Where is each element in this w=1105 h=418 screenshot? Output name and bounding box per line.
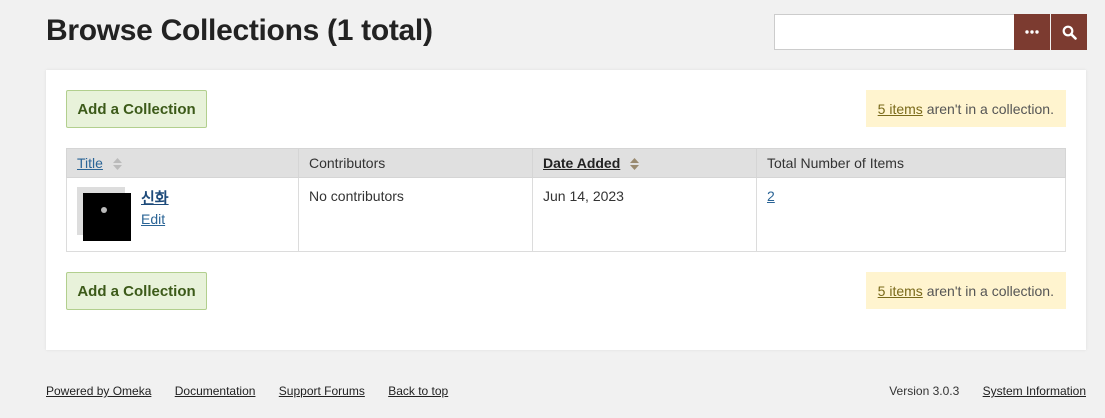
sort-title-link[interactable]: Title [77, 155, 103, 171]
documentation-link[interactable]: Documentation [175, 384, 256, 398]
uncollected-items-link-bottom[interactable]: 5 items [878, 283, 923, 299]
sort-icon [630, 158, 640, 171]
sort-date-link[interactable]: Date Added [543, 155, 620, 171]
item-count-link[interactable]: 2 [767, 188, 775, 204]
add-collection-button-top[interactable]: Add a Collection [66, 90, 207, 128]
title-cell: 신화 Edit [66, 177, 299, 252]
sort-icon [112, 158, 122, 171]
uncollected-notice-top: 5 items aren't in a collection. [865, 90, 1066, 127]
system-info-link[interactable]: System Information [983, 384, 1086, 398]
support-forums-link[interactable]: Support Forums [279, 384, 365, 398]
item-count-cell: 2 [756, 177, 1066, 252]
search-input[interactable] [774, 14, 1014, 50]
collection-thumbnail[interactable] [77, 187, 131, 241]
column-date-header[interactable]: Date Added [532, 148, 757, 178]
collections-panel: Add a Collection 5 items aren't in a col… [46, 70, 1086, 350]
contributors-cell: No contributors [298, 177, 533, 252]
notice-text: aren't in a collection. [926, 100, 1054, 117]
add-collection-button-bottom[interactable]: Add a Collection [66, 272, 207, 310]
ellipsis-icon [1025, 30, 1039, 34]
collection-title-link[interactable]: 신화 [141, 190, 169, 207]
footer: Powered by Omeka Documentation Support F… [46, 384, 1086, 398]
table-row: 신화 Edit No contributors Jun 14, 2023 2 [66, 177, 1066, 252]
edit-link[interactable]: Edit [141, 209, 288, 229]
column-item-count-header: Total Number of Items [756, 148, 1066, 178]
search-submit-button[interactable] [1051, 14, 1087, 50]
uncollected-notice-bottom: 5 items aren't in a collection. [865, 272, 1066, 309]
powered-by-link[interactable]: Powered by Omeka [46, 384, 151, 398]
collections-table: Title Contributors Date Added Total Numb… [66, 148, 1066, 252]
uncollected-items-link-top[interactable]: 5 items [878, 101, 923, 117]
column-contributors-header: Contributors [298, 148, 533, 178]
table-header-row: Title Contributors Date Added Total Numb… [66, 148, 1066, 178]
search-form [774, 14, 1087, 50]
column-title-header[interactable]: Title [66, 148, 299, 178]
search-icon [1062, 25, 1077, 40]
notice-text: aren't in a collection. [926, 282, 1054, 299]
version-text: Version 3.0.3 [889, 384, 960, 398]
search-options-button[interactable] [1014, 14, 1050, 50]
page-title: Browse Collections (1 total) [46, 14, 433, 47]
back-to-top-link[interactable]: Back to top [388, 384, 448, 398]
date-added-cell: Jun 14, 2023 [532, 177, 757, 252]
